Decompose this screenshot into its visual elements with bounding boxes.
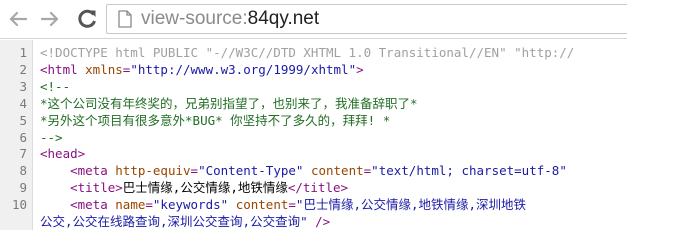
code-token: <!DOCTYPE html PUBLIC "-//W3C//DTD XHTML… — [40, 45, 575, 60]
address-bar[interactable]: view-source:84qy.net — [106, 4, 628, 34]
code-token: <!-- — [40, 78, 71, 94]
source-line: 4 *这个公司没有年终奖的，兄弟别指望了，也别来了，我准备辞职了* — [0, 95, 627, 112]
code-token: name — [115, 197, 146, 213]
line-number: 4 — [19, 95, 27, 111]
line-number: 8 — [19, 163, 27, 179]
line-number: 3 — [19, 78, 27, 94]
code-token: 公交,公交在线路查询,深圳公交查询,公交查询" — [40, 214, 308, 229]
code-token: *这个公司没有年终奖的，兄弟别指望了，也别来了，我准备辞职了* — [40, 95, 418, 111]
line-number: 1 — [19, 45, 27, 60]
url-scheme: view-source: — [141, 8, 248, 29]
browser-toolbar: view-source:84qy.net — [0, 0, 628, 38]
code-token: content — [310, 163, 364, 179]
source-line: 7 <head> — [0, 145, 627, 162]
forward-arrow-icon — [41, 11, 59, 27]
code-token: "keywords" — [152, 197, 229, 213]
line-number: 9 — [19, 180, 27, 196]
line-code: 公交,公交在线路查询,深圳公交查询,公交查询" /> — [40, 213, 330, 230]
line-code: <!DOCTYPE html PUBLIC "-//W3C//DTD XHTML… — [40, 44, 574, 61]
code-token: --> — [40, 129, 63, 145]
line-code: --> — [40, 129, 63, 146]
code-token: "巴士情缘,公交情缘,地铁情缘,深圳地铁 — [295, 197, 527, 213]
source-line: 10 <meta name="keywords" content="巴士情缘,公… — [0, 196, 627, 213]
line-code: <!-- — [40, 78, 70, 95]
line-code: *这个公司没有年终奖的，兄弟别指望了，也别来了，我准备辞职了* — [40, 95, 418, 112]
source-line: 1 <!DOCTYPE html PUBLIC "-//W3C//DTD XHTM… — [0, 44, 627, 61]
code-token: <html — [40, 61, 86, 77]
line-code: <meta name="keywords" content="巴士情缘,公交情缘… — [40, 196, 526, 213]
line-number: 10 — [11, 197, 27, 213]
code-token: <title> — [70, 180, 123, 196]
source-line: 6 --> — [0, 129, 627, 146]
page-icon — [117, 9, 133, 29]
source-view: 1 <!DOCTYPE html PUBLIC "-//W3C//DTD XHTM… — [0, 40, 627, 230]
line-number: 7 — [19, 146, 27, 162]
blank-margin — [627, 0, 674, 230]
code-token: > — [356, 61, 364, 77]
line-code: <head> — [40, 145, 85, 162]
code-token: content — [235, 197, 289, 213]
address-text: view-source:84qy.net — [141, 8, 319, 30]
url-host: 84qy.net — [247, 8, 320, 29]
line-number: 2 — [19, 61, 27, 77]
line-code: <html xmlns="http://www.w3.org/1999/xhtm… — [40, 61, 364, 78]
reload-icon — [78, 9, 96, 28]
browser-window: view-source:84qy.net 1 <!DOCTYPE html PUB… — [0, 0, 674, 230]
forward-button[interactable] — [38, 7, 62, 31]
back-button[interactable] — [6, 7, 30, 31]
code-token: /> — [307, 214, 331, 229]
toolbar-divider — [0, 38, 627, 39]
code-token: 巴士情缘,公交情缘,地铁情缘 — [122, 180, 288, 196]
line-number: 6 — [19, 129, 27, 145]
code-token: = — [190, 163, 199, 179]
code-token: *另外这个项目有很多意外*BUG* 你坚持不了多久的，拜拜! * — [40, 112, 391, 128]
source-line: 公交,公交在线路查询,深圳公交查询,公交查询" /> — [0, 213, 627, 230]
source-line: 2 <html xmlns="http://www.w3.org/1999/xht… — [0, 61, 627, 78]
line-code: *另外这个项目有很多意外*BUG* 你坚持不了多久的，拜拜! * — [40, 112, 390, 129]
source-line: 9 <title>巴士情缘,公交情缘,地铁情缘</title> — [0, 179, 627, 196]
code-token: = — [145, 197, 153, 213]
code-token: <meta — [70, 163, 116, 179]
source-line: 5 *另外这个项目有很多意外*BUG* 你坚持不了多久的，拜拜! * — [0, 112, 627, 129]
reload-button[interactable] — [74, 7, 100, 31]
code-token: http-equiv — [115, 163, 191, 179]
code-token: = — [288, 197, 296, 213]
back-arrow-icon — [9, 11, 27, 27]
line-number: 5 — [19, 112, 27, 128]
code-token: <head> — [40, 146, 86, 162]
code-token: xmlns — [85, 61, 123, 77]
code-token: "Content-Type" — [198, 163, 304, 179]
line-code: <title>巴士情缘,公交情缘,地铁情缘</title> — [40, 179, 348, 196]
code-token: "text/html; charset=utf-8" — [371, 163, 567, 179]
code-token: </title> — [287, 180, 349, 196]
source-line: 3 <!-- — [0, 78, 627, 95]
line-code: <meta http-equiv="Content-Type" content=… — [40, 162, 567, 179]
code-token: "http://www.w3.org/1999/xhtml" — [130, 61, 357, 77]
source-line: 8 <meta http-equiv="Content-Type" conten… — [0, 162, 627, 179]
code-token: <meta — [70, 197, 116, 213]
